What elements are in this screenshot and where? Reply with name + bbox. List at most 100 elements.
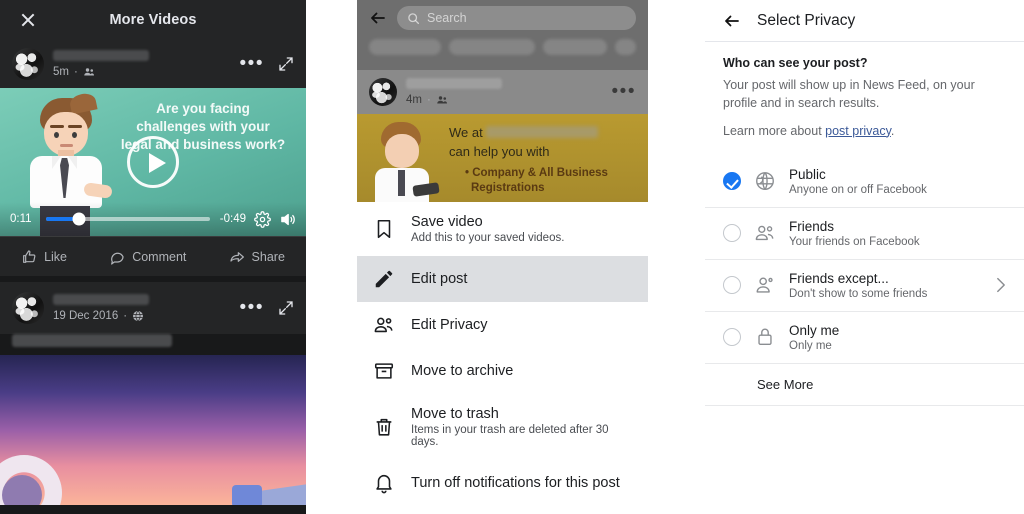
back-arrow-icon[interactable]	[723, 12, 741, 30]
radio-public[interactable]	[723, 172, 741, 190]
menu-item-save-video[interactable]: Save video Add this to your saved videos…	[357, 202, 648, 256]
author-name-redacted	[406, 78, 502, 89]
people-icon	[374, 317, 393, 333]
menu-item-title: Turn off notifications for this post	[411, 475, 620, 491]
progress-knob[interactable]	[72, 212, 86, 226]
see-more-button[interactable]: See More	[705, 362, 1024, 406]
comment-button[interactable]: Comment	[109, 249, 186, 265]
cartoon-character	[369, 122, 440, 202]
videos-header: More Videos	[0, 0, 306, 40]
menu-item-subtitle: Items in your trash are deleted after 30…	[411, 424, 609, 448]
search-input[interactable]: Search	[397, 6, 636, 30]
people-icon	[755, 225, 774, 241]
menu-item-title: Edit post	[411, 271, 468, 287]
radio-only-me[interactable]	[723, 328, 741, 346]
post-subline-2: 19 Dec 2016 ·	[53, 310, 240, 322]
option-subtitle: Don't show to some friends	[789, 287, 928, 300]
privacy-intro: Who can see your post? Your post will sh…	[705, 42, 1024, 144]
chip-photos[interactable]	[369, 39, 441, 55]
author-name-redacted	[53, 50, 149, 61]
menu-item-copy-link[interactable]: Copy link	[357, 506, 648, 514]
privacy-option-only-me[interactable]: Only me Only me	[705, 310, 1024, 363]
post-banner-preview: We at can help you with • Company & All …	[357, 114, 648, 202]
option-title: Only me	[789, 322, 840, 338]
option-title: Public	[789, 166, 826, 182]
learn-more-suffix: .	[890, 123, 895, 138]
post-privacy-link[interactable]: post privacy	[825, 124, 891, 138]
comment-bubble-icon	[111, 252, 124, 265]
avatar	[369, 78, 397, 106]
menu-panel-header: Search	[357, 0, 648, 36]
expand-icon[interactable]	[278, 56, 294, 72]
select-privacy-panel: Select Privacy Who can see your post? Yo…	[705, 0, 1024, 514]
chevron-right-icon[interactable]	[996, 277, 1006, 293]
chip-more[interactable]	[615, 39, 636, 55]
separator: ·	[426, 94, 431, 106]
banner-line2: can help you with	[449, 143, 550, 159]
post-header: 5m · •••	[0, 40, 306, 88]
share-button[interactable]: Share	[229, 249, 285, 265]
avatar[interactable]	[12, 292, 44, 324]
globe-icon	[756, 172, 774, 190]
filter-chips-row	[357, 36, 648, 58]
menu-item-turn-off-notifications[interactable]: Turn off notifications for this post	[357, 460, 648, 506]
radio-friends-except[interactable]	[723, 276, 741, 294]
thumbs-up-icon	[23, 249, 36, 263]
expand-icon[interactable]	[278, 300, 294, 316]
bell-icon	[376, 474, 392, 494]
radio-friends[interactable]	[723, 224, 741, 242]
option-text: Only me Only me	[789, 323, 1006, 352]
menu-item-move-to-archive[interactable]: Move to archive	[357, 348, 648, 394]
privacy-option-friends-except[interactable]: Friends except... Don't show to some fri…	[705, 258, 1024, 311]
banner-text: We at can help you with • Company & All …	[449, 124, 608, 197]
share-arrow-icon	[229, 251, 244, 262]
post-time: 5m	[53, 66, 69, 78]
like-button[interactable]: Like	[21, 249, 67, 265]
back-arrow-icon[interactable]	[369, 9, 387, 27]
search-icon	[408, 12, 420, 24]
friends-icon	[437, 96, 447, 104]
trash-icon	[376, 418, 392, 436]
author-name-redacted	[53, 294, 149, 305]
chip-music[interactable]	[543, 39, 608, 55]
post-menu-button[interactable]: •••	[612, 82, 636, 101]
scrim-gap	[357, 58, 648, 70]
avatar[interactable]	[12, 48, 44, 80]
option-subtitle: Only me	[789, 339, 832, 352]
option-title: Friends except...	[789, 270, 889, 286]
menu-item-title: Move to trash	[411, 406, 499, 422]
banner-bullet-1: • Company & All Business	[465, 166, 608, 179]
progress-slider[interactable]	[46, 212, 210, 226]
photo-post[interactable]	[0, 355, 306, 505]
post-meta: 5m ·	[53, 50, 240, 78]
post-menu-button[interactable]: •••	[240, 54, 264, 73]
video-player[interactable]: Are you facing challenges with your lega…	[0, 88, 306, 236]
menu-post-meta: 4m ·	[406, 78, 612, 106]
menu-item-edit-privacy[interactable]: Edit Privacy	[357, 302, 648, 348]
menu-item-title: Save video	[411, 214, 483, 230]
privacy-option-friends[interactable]: Friends Your friends on Facebook	[705, 206, 1024, 259]
option-text: Friends except... Don't show to some fri…	[789, 271, 983, 300]
banner-line1: We at	[449, 125, 483, 140]
menu-item-move-to-trash[interactable]: Move to trash Items in your trash are de…	[357, 394, 648, 460]
video-controls: 0:11 -0:49	[0, 202, 306, 236]
close-icon[interactable]	[20, 12, 36, 28]
share-label: Share	[251, 249, 285, 264]
elapsed-time: 0:11	[10, 213, 32, 225]
menu-item-edit-post[interactable]: Edit post	[357, 256, 648, 302]
privacy-option-public[interactable]: Public Anyone on or off Facebook	[705, 156, 1024, 207]
menu-post-header: 4m · •••	[357, 70, 648, 114]
post-menu-button[interactable]: •••	[240, 298, 264, 317]
lock-icon	[758, 328, 772, 346]
bookmark-icon	[377, 219, 391, 239]
company-name-redacted	[486, 126, 599, 138]
volume-icon[interactable]	[279, 211, 296, 228]
chip-live-events[interactable]	[448, 39, 536, 55]
gear-icon[interactable]	[254, 210, 271, 228]
like-label: Like	[44, 249, 68, 264]
play-icon[interactable]	[127, 136, 179, 188]
more-videos-panel: More Videos 5m · ••• Are you facing chal…	[0, 0, 306, 514]
option-subtitle: Your friends on Facebook	[789, 235, 920, 248]
post-time: 4m	[406, 94, 422, 106]
menu-item-title: Edit Privacy	[411, 317, 488, 333]
